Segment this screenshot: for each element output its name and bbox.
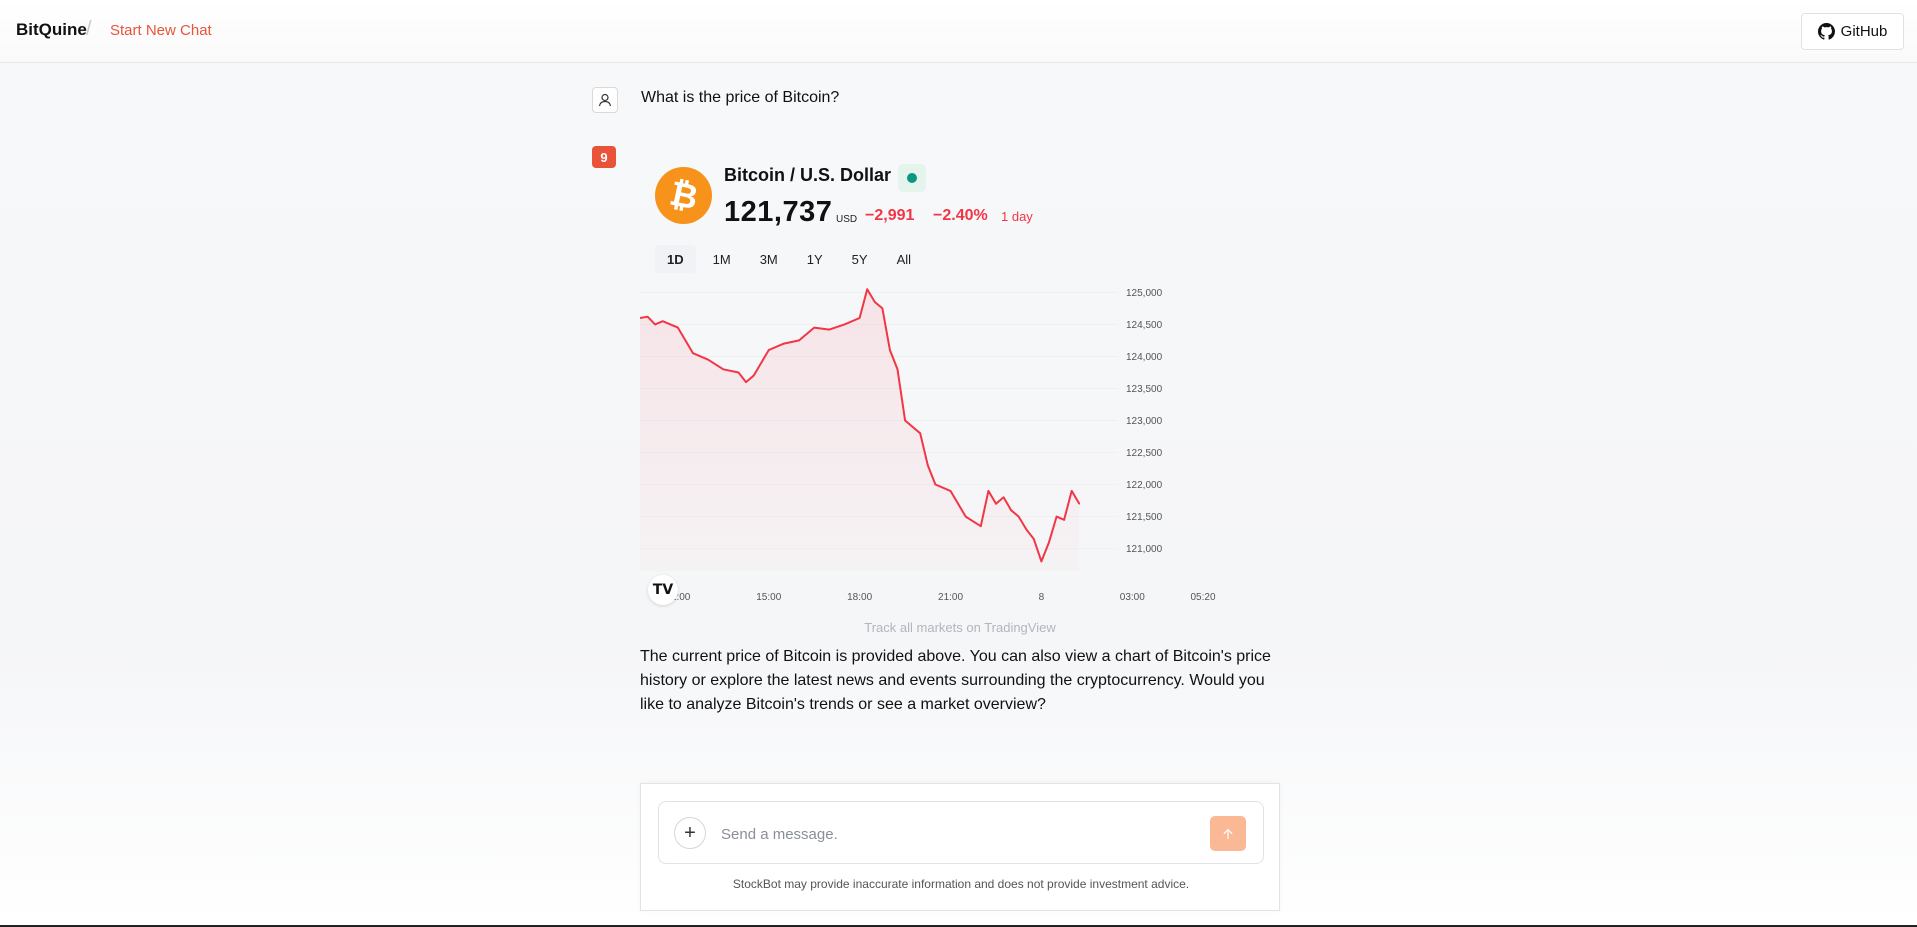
price-change: −2,991 xyxy=(865,207,915,224)
price-point xyxy=(783,342,785,345)
github-label: GitHub xyxy=(1840,23,1888,40)
price-point xyxy=(889,349,891,351)
x-tick-label: 18:00 xyxy=(847,592,872,603)
user-icon xyxy=(598,93,612,107)
y-tick-label: 123,500 xyxy=(1126,384,1163,395)
github-button[interactable]: GitHub xyxy=(1801,13,1904,50)
price-change-percent: −2.40% xyxy=(933,207,988,224)
x-tick-label: 21:00 xyxy=(938,592,963,603)
price-point xyxy=(1033,538,1035,540)
brand-name[interactable]: BitQuine xyxy=(16,20,87,40)
price-currency: USD xyxy=(836,214,858,225)
price-point xyxy=(798,339,800,342)
change-period: 1 day xyxy=(1001,209,1033,224)
message-box: + xyxy=(658,801,1264,864)
x-tick-label: 8 xyxy=(1039,592,1045,603)
user-avatar xyxy=(592,87,618,113)
composer-panel: + StockBot may provide inaccurate inform… xyxy=(640,783,1280,911)
range-tab-all[interactable]: All xyxy=(885,245,923,273)
bitcoin-logo-icon: ₿ xyxy=(655,167,712,224)
user-message: What is the price of Bitcoin? xyxy=(641,89,840,106)
price-point xyxy=(964,515,967,518)
y-tick-label: 124,000 xyxy=(1126,352,1163,363)
y-tick-label: 124,500 xyxy=(1126,320,1163,331)
top-bar: BitQuine / Start New Chat GitHub xyxy=(0,0,1917,63)
y-tick-label: 125,000 xyxy=(1126,288,1163,299)
send-button[interactable] xyxy=(1210,816,1246,851)
price-point xyxy=(1040,560,1043,563)
x-tick-label: 05:20 xyxy=(1190,592,1215,603)
price-point xyxy=(752,374,755,377)
price-point xyxy=(896,368,899,371)
bot-answer: The current price of Bitcoin is provided… xyxy=(640,648,1271,713)
price-point xyxy=(828,328,831,331)
price-point xyxy=(934,483,937,486)
price-point xyxy=(927,464,929,467)
github-icon xyxy=(1817,23,1835,40)
price-point xyxy=(707,358,709,361)
range-tab-1m[interactable]: 1M xyxy=(701,245,743,273)
tradingview-link[interactable]: Track all markets on TradingView xyxy=(640,620,1280,635)
price-point xyxy=(722,368,725,371)
breadcrumb-separator: / xyxy=(86,18,92,40)
price-point xyxy=(1070,490,1073,492)
price-point xyxy=(745,381,747,383)
market-status-badge xyxy=(898,164,926,192)
price-point xyxy=(692,352,694,354)
price-chart[interactable]: 121,000 121,500 122,000 122,500 123,000 123,5… xyxy=(640,286,1230,608)
range-tab-3m[interactable]: 3M xyxy=(748,245,790,273)
price-point xyxy=(737,371,740,374)
price-point xyxy=(949,490,952,492)
price-point xyxy=(813,326,815,329)
price-point xyxy=(1078,503,1081,505)
price-point xyxy=(904,419,906,422)
price-point xyxy=(654,323,656,326)
disclaimer-text: StockBot may provide inaccurate informat… xyxy=(732,877,1190,891)
price-point xyxy=(1010,509,1012,511)
pair-name[interactable]: Bitcoin / U.S. Dollar xyxy=(724,165,891,186)
price-point xyxy=(646,315,649,318)
price-point xyxy=(987,490,990,492)
price-point xyxy=(866,288,868,290)
arrow-up-icon xyxy=(1223,828,1233,839)
range-tab-1d[interactable]: 1D xyxy=(655,245,696,273)
range-tab-5y[interactable]: 5Y xyxy=(840,245,880,273)
y-tick-label: 123,000 xyxy=(1126,416,1163,427)
price-point xyxy=(1025,528,1028,531)
price-point xyxy=(995,503,997,505)
y-tick-label: 122,500 xyxy=(1126,448,1163,459)
price-point xyxy=(858,317,861,319)
price-point xyxy=(980,525,982,527)
message-input[interactable] xyxy=(721,822,1181,846)
price-point xyxy=(661,320,664,322)
tradingview-logo-icon[interactable]: TV xyxy=(648,575,678,605)
current-price: 121,737 xyxy=(724,196,833,228)
price-point xyxy=(881,307,884,310)
start-new-chat-link[interactable]: Start New Chat xyxy=(110,22,212,39)
y-tick-label: 121,000 xyxy=(1126,544,1163,555)
price-point xyxy=(768,349,770,351)
range-selector: 1D 1M 3M 1Y 5Y All xyxy=(655,245,928,273)
live-dot-icon xyxy=(907,173,917,183)
price-point xyxy=(677,326,679,329)
price-point xyxy=(1002,496,1005,499)
x-tick-label: 15:00 xyxy=(756,592,781,603)
price-point xyxy=(874,301,876,303)
price-point xyxy=(1017,515,1020,518)
price-point xyxy=(1055,515,1058,518)
price-point xyxy=(843,323,846,326)
bot-avatar-badge: 9 xyxy=(592,146,616,168)
price-point xyxy=(1063,519,1065,521)
y-tick-label: 121,500 xyxy=(1126,512,1163,523)
x-tick-label: 03:00 xyxy=(1120,592,1145,603)
range-tab-1y[interactable]: 1Y xyxy=(795,245,835,273)
y-tick-label: 122,000 xyxy=(1126,480,1163,491)
price-area xyxy=(640,289,1080,571)
price-point xyxy=(919,432,921,435)
plus-icon[interactable]: + xyxy=(674,817,706,849)
price-point xyxy=(1048,541,1050,543)
